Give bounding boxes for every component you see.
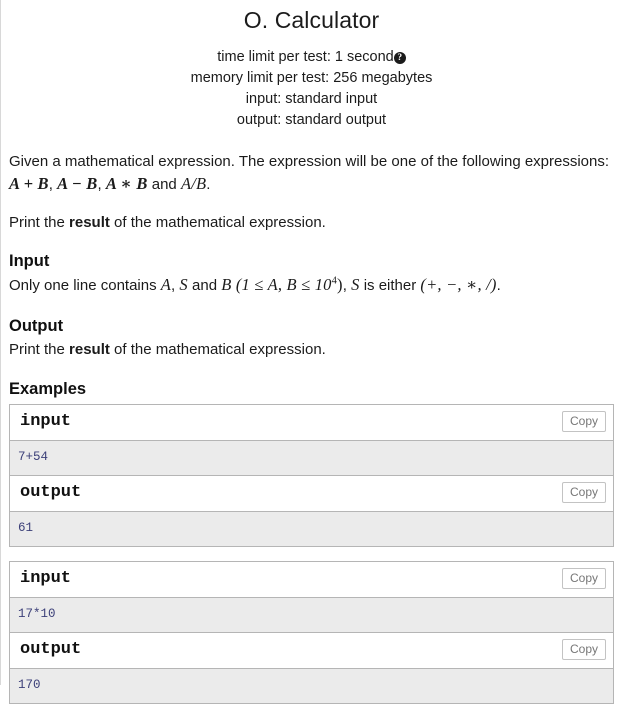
input-file-value: standard input <box>285 91 378 107</box>
output-block-content[interactable]: 170 <box>10 668 613 704</box>
legend-text-intro: Given a mathematical expression. The exp… <box>9 153 610 170</box>
math-var-a: A <box>160 275 172 294</box>
math-operator-set: (+, −, ∗, /) <box>420 275 497 294</box>
copy-input-button[interactable]: Copy <box>561 410 606 432</box>
math-expression-mul: A ∗ B <box>105 173 148 193</box>
output-block-content[interactable]: 61 <box>10 511 613 547</box>
math-expression-div: A/B <box>180 173 207 193</box>
input-block-content[interactable]: 17*10 <box>10 597 613 633</box>
memory-limit-line: memory limit per test: 256 megabytes <box>9 68 614 89</box>
output-block-label: output <box>20 482 82 502</box>
input-period: . <box>496 277 501 294</box>
output-file-line: output: standard output <box>9 110 614 131</box>
math-constraint: (1 ≤ A, B ≤ 104) <box>232 275 343 294</box>
input-block-header: input Copy <box>10 561 613 598</box>
time-limit-label: time limit per test: <box>217 49 331 65</box>
problem-statement: O. Calculator time limit per test: 1 sec… <box>1 0 622 704</box>
math-constraint-main: (1 ≤ A, B ≤ 10 <box>235 275 332 294</box>
input-block-label: input <box>20 411 72 431</box>
output-file-value: standard output <box>285 112 387 128</box>
math-expression-sub: A − B <box>57 173 98 193</box>
examples-section-title: Examples <box>9 379 87 398</box>
input-spec-text: Only one line contains A, S and B (1 ≤ A… <box>9 274 614 297</box>
output-file-label: output: <box>236 112 282 128</box>
page-title: O. Calculator <box>243 7 380 33</box>
legend-paragraph-1: Given a mathematical expression. The exp… <box>9 151 614 195</box>
math-var-s-2: S <box>351 275 360 294</box>
input-block-label: input <box>20 568 72 588</box>
sample-test-block: input Copy 7+54 output Copy 61 <box>9 403 614 547</box>
legend-period: . <box>206 175 211 193</box>
input-section-title: Input <box>9 251 50 270</box>
output-text-after: of the mathematical expression. <box>109 341 326 358</box>
math-var-s: S <box>179 275 188 294</box>
input-block-content[interactable]: 7+54 <box>10 440 613 476</box>
input-text-after: is either <box>359 277 421 294</box>
time-limit-line: time limit per test: 1 second? <box>9 47 614 68</box>
problem-page: O. Calculator time limit per test: 1 sec… <box>0 0 622 704</box>
legend-and-text: and <box>147 175 181 193</box>
sample-tests: Examples input Copy 7+54 output Copy 61 … <box>9 380 614 704</box>
input-specification: Input Only one line contains A, S and B … <box>9 251 614 297</box>
input-file-label: input: <box>245 91 282 107</box>
output-section-title: Output <box>9 316 64 335</box>
problem-header: O. Calculator time limit per test: 1 sec… <box>9 0 614 131</box>
legend-separator-1: , <box>48 175 58 193</box>
math-var-b: B <box>221 275 232 294</box>
output-spec-text: Print the result of the mathematical exp… <box>9 339 614 361</box>
help-icon[interactable]: ? <box>393 52 406 64</box>
memory-limit-label: memory limit per test: <box>190 70 330 86</box>
output-result-bold: result <box>69 341 110 358</box>
output-specification: Output Print the result of the mathemati… <box>9 316 614 361</box>
time-limit-value: 1 second <box>334 49 394 65</box>
legend-print-text: Print the <box>9 214 70 231</box>
output-block-header: output Copy <box>10 475 613 512</box>
input-file-line: input: standard input <box>9 89 614 110</box>
input-comma-2: , <box>342 277 352 294</box>
output-block-label: output <box>20 639 82 659</box>
input-text-before: Only one line contains <box>9 277 161 294</box>
legend-result-bold: result <box>69 214 110 231</box>
math-expression-add: A + B <box>9 173 49 193</box>
legend-paragraph-2: Print the result of the mathematical exp… <box>9 212 614 234</box>
output-text-before: Print the <box>9 341 70 358</box>
copy-input-button[interactable]: Copy <box>561 567 606 589</box>
memory-limit-value: 256 megabytes <box>333 70 433 86</box>
input-and-text: and <box>187 277 222 294</box>
legend-separator-2: , <box>97 175 106 193</box>
copy-output-button[interactable]: Copy <box>561 638 606 660</box>
sample-test-block: input Copy 17*10 output Copy 170 <box>9 560 614 704</box>
legend-print-text-after: of the mathematical expression. <box>109 214 326 231</box>
copy-output-button[interactable]: Copy <box>561 481 606 503</box>
input-block-header: input Copy <box>10 404 613 441</box>
output-block-header: output Copy <box>10 632 613 669</box>
problem-legend: Given a mathematical expression. The exp… <box>9 151 614 234</box>
